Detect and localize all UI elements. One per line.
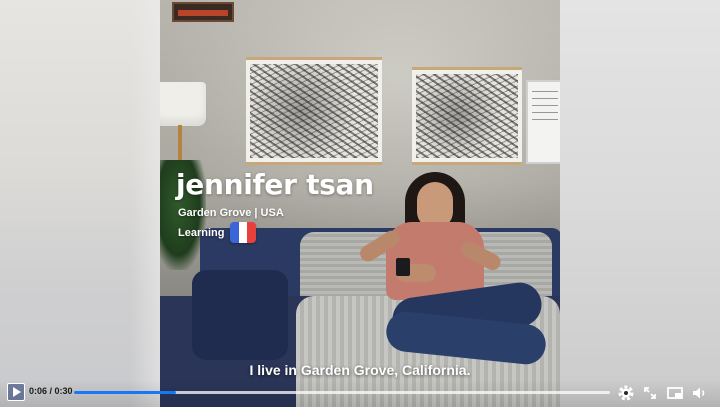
progress-fill	[74, 391, 176, 394]
french-flag-icon	[230, 222, 256, 243]
video-frame[interactable]	[160, 0, 560, 407]
wall-artwork-left	[246, 57, 382, 165]
flag-stripe-white	[238, 222, 248, 243]
blurred-backdrop-right	[560, 0, 720, 407]
blurred-backdrop-left	[0, 0, 160, 407]
time-display: 0:06 / 0:30	[29, 386, 73, 396]
progress-bar[interactable]	[74, 391, 610, 394]
flag-stripe-red	[247, 222, 256, 243]
learning-label: Learning	[178, 227, 225, 239]
sofa-pillow	[192, 270, 288, 360]
wall-artwork-right	[412, 67, 522, 165]
play-icon	[13, 387, 21, 397]
phone	[396, 258, 410, 276]
speaker-name: jennifer tsan	[176, 168, 374, 201]
current-time: 0:06	[29, 386, 48, 396]
fullscreen-button[interactable]	[640, 383, 660, 403]
fullscreen-icon	[644, 387, 656, 399]
settings-icon	[618, 385, 634, 401]
duration: 0:30	[54, 386, 73, 396]
lamp-shade	[160, 82, 206, 126]
speaker-location: Garden Grove | USA	[178, 207, 284, 219]
flag-stripe-blue	[230, 222, 239, 243]
caption-text: I live in Garden Grove, California.	[249, 362, 471, 378]
time-separator: /	[47, 386, 55, 396]
picture-in-picture-button[interactable]	[665, 383, 685, 403]
volume-icon	[693, 387, 705, 399]
picture-in-picture-icon	[667, 387, 683, 399]
play-button[interactable]	[7, 383, 25, 401]
video-player[interactable]: jennifer tsan Garden Grove | USA Learnin…	[0, 0, 720, 407]
top-picture-frame	[172, 2, 234, 22]
volume-button[interactable]	[690, 383, 710, 403]
settings-button[interactable]	[616, 383, 636, 403]
whiteboard	[526, 80, 560, 164]
control-bar: 0:06 / 0:30	[0, 379, 720, 407]
